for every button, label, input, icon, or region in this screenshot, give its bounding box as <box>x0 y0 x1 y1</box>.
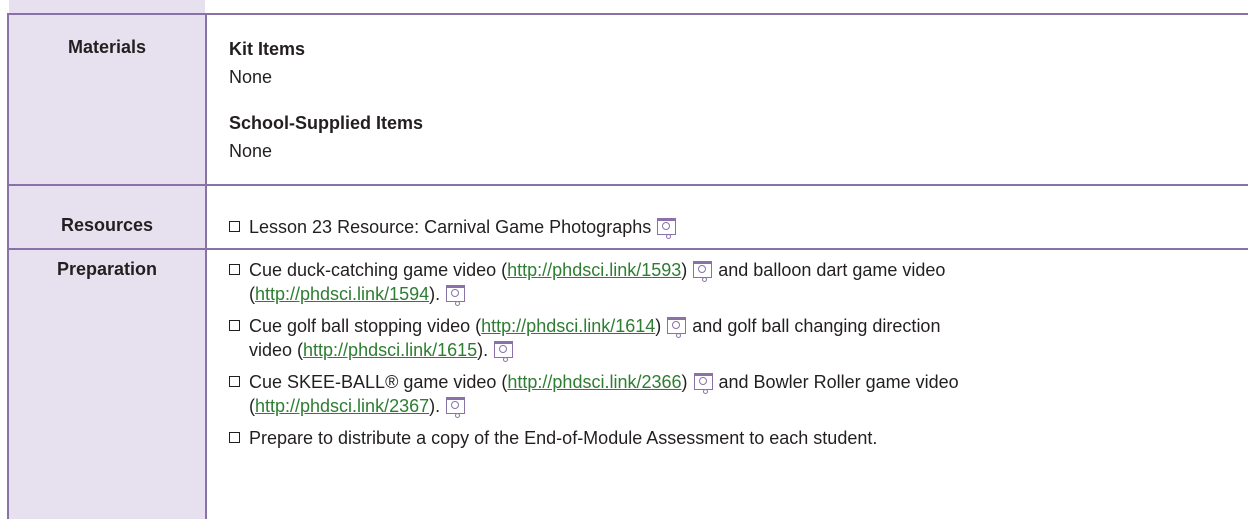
preparation-content: Cue duck-catching game video (http://phd… <box>229 258 1232 450</box>
video-link[interactable]: http://phdsci.link/2367 <box>255 396 429 416</box>
checkbox[interactable] <box>229 221 240 232</box>
table-column-divider <box>205 14 207 519</box>
lesson-materials-table: Materials Kit Items None School-Supplied… <box>0 0 1248 519</box>
video-link[interactable]: http://phdsci.link/1593 <box>507 260 681 280</box>
item-text: Cue golf ball stopping video ( <box>249 316 482 336</box>
row-divider-2 <box>7 248 1248 250</box>
video-link[interactable]: http://phdsci.link/1615 <box>303 340 477 360</box>
item-text: and balloon dart game video <box>718 260 946 280</box>
item-text: video ( <box>249 340 304 360</box>
kit-items-value: None <box>229 67 273 87</box>
item-text: Cue SKEE-BALL® game video ( <box>249 372 508 392</box>
item-text: Prepare to distribute a copy of the End-… <box>249 428 878 448</box>
checkbox[interactable] <box>229 264 240 275</box>
presentation-icon <box>667 317 687 338</box>
preparation-item-1: Cue duck-catching game video (http://phd… <box>229 258 1232 306</box>
resources-content: Lesson 23 Resource: Carnival Game Photog… <box>229 215 1232 239</box>
preparation-item-3: Cue SKEE-BALL® game video (http://phdsci… <box>229 370 1232 418</box>
checkbox[interactable] <box>229 376 240 387</box>
item-text: and Bowler Roller game video <box>718 372 959 392</box>
school-supplied-value: None <box>229 141 273 161</box>
checkbox[interactable] <box>229 432 240 443</box>
school-supplied-heading: School-Supplied Items <box>229 113 424 133</box>
presentation-icon <box>446 397 466 418</box>
video-link[interactable]: http://phdsci.link/1594 <box>255 284 429 304</box>
resource-item: Lesson 23 Resource: Carnival Game Photog… <box>229 215 1232 239</box>
presentation-icon <box>693 373 713 394</box>
item-text: ). <box>477 340 489 360</box>
item-text: ). <box>429 396 441 416</box>
item-text: and golf ball changing direction <box>692 316 941 336</box>
item-text: ) <box>655 316 662 336</box>
row-divider-1 <box>7 184 1248 186</box>
table-top-border <box>7 13 1248 15</box>
preparation-item-4: Prepare to distribute a copy of the End-… <box>229 426 1232 450</box>
video-link[interactable]: http://phdsci.link/1614 <box>481 316 655 336</box>
materials-content: Kit Items None School-Supplied Items Non… <box>229 37 1232 163</box>
kit-items-heading: Kit Items <box>229 39 306 59</box>
preparation-item-2: Cue golf ball stopping video (http://phd… <box>229 314 1232 362</box>
materials-label: Materials <box>67 37 147 57</box>
preparation-label: Preparation <box>56 259 158 279</box>
presentation-icon <box>657 218 677 239</box>
item-text: Cue duck-catching game video ( <box>249 260 508 280</box>
presentation-icon <box>494 341 514 362</box>
resource-text: Lesson 23 Resource: Carnival Game Photog… <box>249 217 652 237</box>
presentation-icon <box>446 285 466 306</box>
checkbox[interactable] <box>229 320 240 331</box>
item-text: ). <box>429 284 441 304</box>
item-text: ) <box>681 372 688 392</box>
presentation-icon <box>693 261 713 282</box>
resources-label: Resources <box>60 215 154 235</box>
video-link[interactable]: http://phdsci.link/2366 <box>507 372 681 392</box>
item-text: ) <box>681 260 688 280</box>
